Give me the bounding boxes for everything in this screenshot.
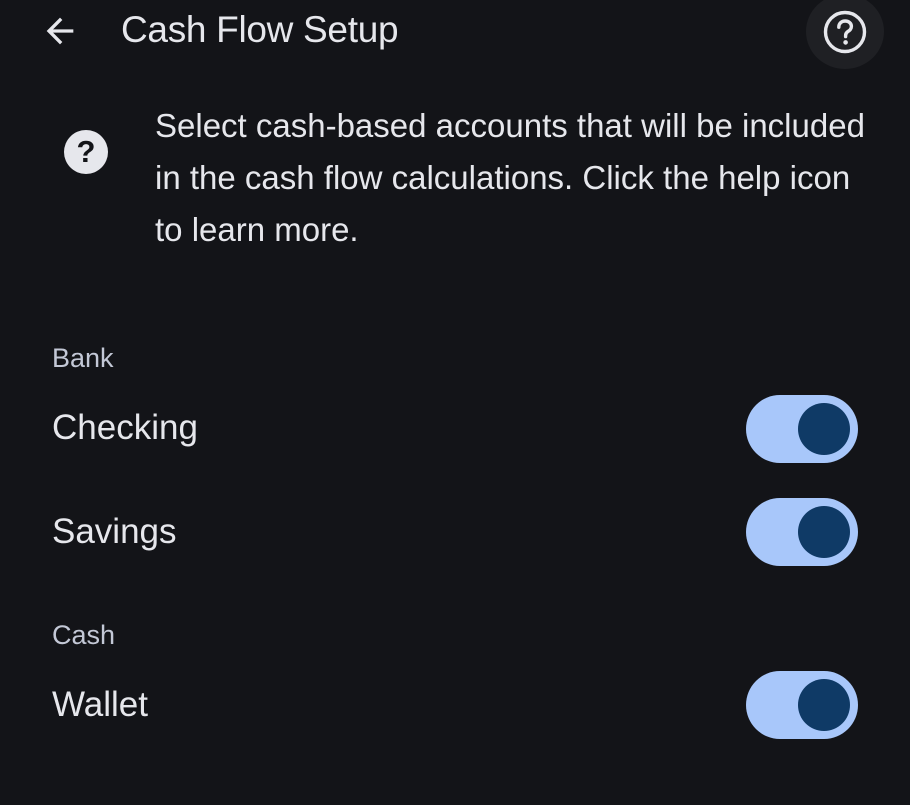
help-button[interactable] [806, 0, 884, 69]
question-icon: ? [64, 130, 108, 174]
back-button[interactable] [30, 6, 90, 56]
account-label-checking: Checking [52, 408, 198, 447]
toggle-thumb [798, 506, 850, 558]
account-label-wallet: Wallet [52, 685, 148, 724]
section-header-cash: Cash [52, 620, 116, 650]
arrow-left-icon [46, 17, 74, 45]
toggle-checking[interactable] [746, 395, 858, 463]
page-title: Cash Flow Setup [121, 9, 399, 50]
toggle-wallet[interactable] [746, 671, 858, 739]
account-label-savings: Savings [52, 512, 177, 551]
info-description: Select cash-based accounts that will be … [155, 107, 865, 248]
toggle-thumb [798, 679, 850, 731]
cash-flow-setup-screen: Cash Flow Setup ? Select cash-based acco… [0, 0, 910, 805]
app-bar: Cash Flow Setup [0, 0, 910, 69]
toggle-savings[interactable] [746, 498, 858, 566]
help-circle-icon [823, 10, 867, 53]
section-header-bank: Bank [52, 343, 114, 373]
toggle-thumb [798, 403, 850, 455]
